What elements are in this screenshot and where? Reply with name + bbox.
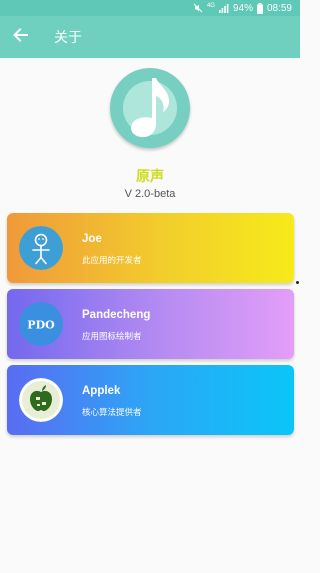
mute-icon bbox=[193, 3, 203, 13]
contributor-card-applek[interactable]: Applek 核心算法提供者 bbox=[7, 365, 294, 435]
avatar: PDO bbox=[19, 302, 63, 346]
avatar-text: PDO bbox=[27, 319, 55, 332]
avatar bbox=[19, 378, 63, 422]
signal-icon bbox=[218, 3, 229, 13]
battery-percent: 94% bbox=[232, 2, 253, 14]
apple-logo-icon bbox=[19, 378, 63, 422]
contributor-role: 核心算法提供者 bbox=[82, 407, 142, 417]
contributor-role: 应用图标绘制者 bbox=[82, 331, 142, 341]
app-version: V 2.0-beta bbox=[124, 188, 176, 200]
toolbar: 关于 bbox=[0, 16, 300, 58]
contributor-name: Joe bbox=[82, 233, 102, 245]
page-title: 关于 bbox=[54, 29, 82, 45]
contributor-card-pandecheng[interactable]: PDO Pandecheng 应用图标绘制者 bbox=[7, 289, 294, 359]
app-icon bbox=[110, 68, 190, 148]
contributor-name: Pandecheng bbox=[82, 309, 151, 321]
status-bar: 4G 94% 08:59 bbox=[0, 0, 300, 16]
contributor-role: 此应用的开发者 bbox=[82, 255, 142, 265]
edge-indicator bbox=[296, 281, 299, 284]
contributor-name: Applek bbox=[82, 385, 121, 397]
arrow-back-icon bbox=[12, 27, 28, 48]
music-note-icon bbox=[110, 78, 190, 152]
battery-icon bbox=[256, 2, 263, 14]
status-icons: 4G 94% 08:59 bbox=[193, 2, 292, 14]
stick-figure-icon bbox=[19, 226, 63, 270]
app-name: 原声 bbox=[136, 168, 164, 184]
network-4g-icon: 4G bbox=[206, 3, 215, 9]
clock: 08:59 bbox=[266, 2, 292, 14]
back-button[interactable] bbox=[10, 27, 30, 47]
avatar bbox=[19, 226, 63, 270]
contributor-card-joe[interactable]: Joe 此应用的开发者 bbox=[7, 213, 294, 283]
